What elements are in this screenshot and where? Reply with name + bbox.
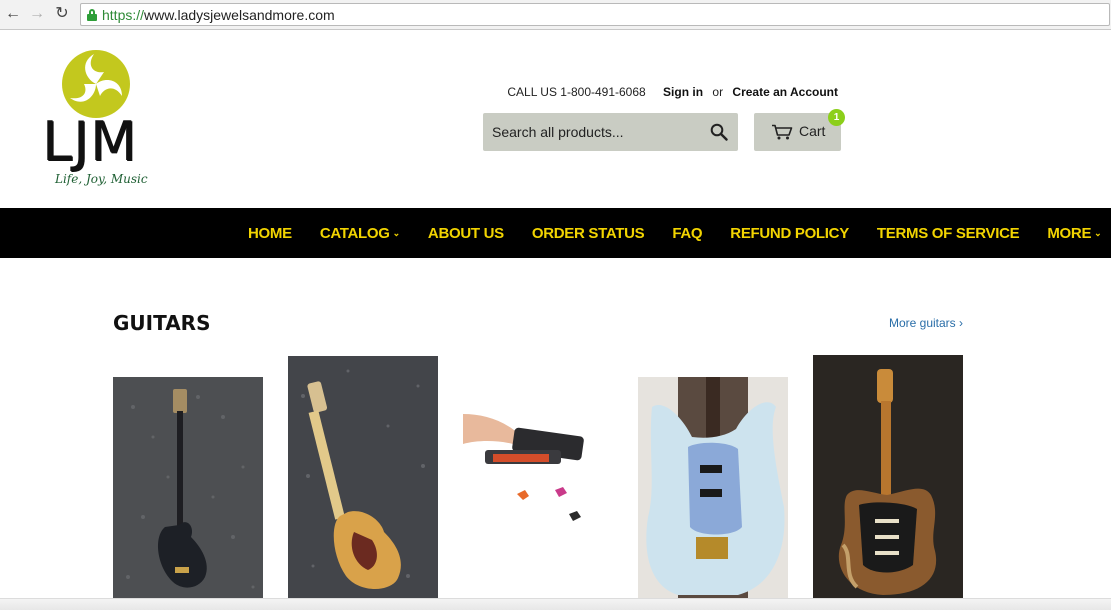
product-card-pick-punch[interactable] — [463, 410, 613, 530]
search-input[interactable] — [483, 113, 703, 151]
chevron-down-icon: ⌄ — [392, 227, 401, 238]
forward-arrow-icon[interactable]: → — [28, 5, 46, 23]
product-card-bass[interactable] — [113, 377, 263, 598]
nav-item-terms-of-service[interactable]: TERMS OF SERVICE — [877, 225, 1020, 242]
cart-count-badge: 1 — [828, 109, 845, 126]
url-text[interactable]: https://www.ladysjewelsandmore.com — [102, 7, 335, 23]
nav-item-faq[interactable]: FAQ — [672, 225, 702, 242]
nav-item-home[interactable]: HOME — [248, 225, 292, 242]
header-account-bar: CALL US 1-800-491-6068 Sign in or Create… — [507, 85, 838, 99]
search-form — [483, 113, 738, 151]
reload-icon[interactable]: ↻ — [53, 5, 71, 23]
page-bottom-edge — [0, 598, 1111, 610]
or-separator: or — [712, 85, 724, 99]
create-account-link[interactable]: Create an Account — [732, 85, 838, 99]
nav-item-about-us[interactable]: ABOUT US — [428, 225, 504, 242]
product-card-telecaster[interactable] — [288, 356, 438, 598]
product-image — [813, 355, 963, 598]
lock-icon — [87, 9, 97, 21]
product-card-relic-strat[interactable] — [813, 355, 963, 598]
product-image — [113, 377, 263, 598]
product-image — [463, 410, 613, 530]
collection-title: GUITARS — [113, 311, 211, 335]
back-arrow-icon[interactable]: ← — [4, 5, 22, 23]
cart-icon — [772, 124, 793, 140]
sign-in-link[interactable]: Sign in — [663, 85, 703, 99]
nav-item-order-status[interactable]: ORDER STATUS — [532, 225, 645, 242]
logo-tagline: Life, Joy, Music — [55, 172, 148, 186]
address-bar[interactable]: https://www.ladysjewelsandmore.com — [80, 3, 1110, 26]
nav-item-refund-policy[interactable]: REFUND POLICY — [730, 225, 849, 242]
product-image — [288, 356, 438, 598]
cart-label: Cart — [799, 123, 826, 139]
chevron-down-icon: ⌄ — [1094, 227, 1102, 238]
more-guitars-link[interactable]: More guitars › — [889, 316, 963, 330]
product-card-blue-guitar[interactable] — [638, 377, 788, 598]
search-icon[interactable] — [710, 123, 728, 141]
phone-number: CALL US 1-800-491-6068 — [507, 85, 646, 99]
nav-item-catalog[interactable]: CATALOG ⌄ — [320, 225, 400, 242]
cart-button[interactable]: Cart 1 — [754, 109, 845, 151]
browser-toolbar: ← → ↻ https://www.ladysjewelsandmore.com — [0, 0, 1111, 30]
logo-wordmark: LJM — [42, 110, 138, 173]
main-navigation: HOME CATALOG ⌄ ABOUT US ORDER STATUS FAQ … — [0, 208, 1111, 258]
product-image — [638, 377, 788, 598]
site-logo[interactable]: LJM Life, Joy, Music — [40, 48, 160, 190]
nav-item-more[interactable]: MORE ⌄ — [1047, 225, 1101, 242]
